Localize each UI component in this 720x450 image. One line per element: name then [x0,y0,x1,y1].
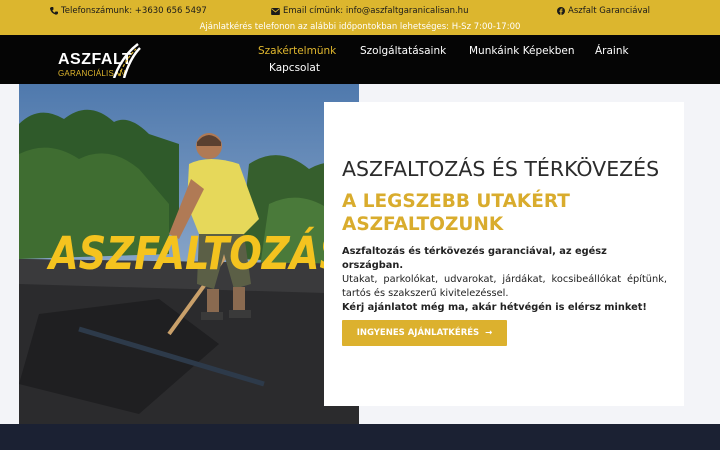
nav-item-szakertelmunk[interactable]: Szakértelmünk [258,45,336,57]
facebook-text: Aszfalt Garanciával [568,6,651,16]
top-info-bar: Telefonszámunk: +3630 656 5497 Email cím… [0,0,720,35]
hero-body-text: Utakat, parkolókat, udvarokat, járdákat,… [342,274,667,299]
free-quote-label: INGYENES AJÁNLATKÉRÉS [356,328,480,338]
facebook-link[interactable]: Aszfalt Garanciával [557,6,650,16]
facebook-icon [557,7,565,15]
email-info[interactable]: Email címünk: info@aszfaltgaranicalisan.… [271,6,468,16]
nav-item-szolgaltatasaink[interactable]: Szolgáltatásaink [360,45,446,57]
hero-body-bold: Aszfaltozás és térkövezés garanciával, a… [342,246,607,271]
section-divider [0,424,720,450]
hero-body: Aszfaltozás és térkövezés garanciával, a… [342,245,667,315]
hero-image-word: ASZFALTOZÁS [46,227,347,280]
phone-text: Telefonszámunk: +3630 656 5497 [61,6,207,16]
hero-title: ASZFALTOZÁS ÉS TÉRKÖVEZÉS [342,157,660,181]
hours-info: Ajánlatkérés telefonon az alábbi időpont… [199,22,521,32]
asphalt-worker-illustration: ASZFALTOZÁS [19,84,359,426]
phone-icon [50,7,58,15]
nav-item-araink[interactable]: Áraink [595,45,629,57]
free-quote-button[interactable]: INGYENES AJÁNLATKÉRÉS → [342,320,507,346]
phone-info[interactable]: Telefonszámunk: +3630 656 5497 [50,6,207,16]
main-navigation: ASZFALT GARANCIÁLISAN Szakértelmünk Szol… [0,35,720,84]
nav-item-kapcsolat[interactable]: Kapcsolat [269,62,320,74]
site-logo[interactable]: ASZFALT GARANCIÁLISAN [56,40,146,80]
email-text: Email címünk: info@aszfaltgaranicalisan.… [283,6,469,16]
hero-body-cta: Kérj ajánlatot még ma, akár hétvégén is … [342,302,647,313]
nav-item-munkaink-kepekben[interactable]: Munkáink Képekben [469,45,575,57]
envelope-icon [271,7,280,15]
hero-image: ASZFALTOZÁS [19,84,359,426]
arrow-right-icon: → [485,328,493,338]
hero-subtitle: A LEGSZEBB UTAKÉRT ASZFALTOZUNK [342,191,570,235]
hero-text-card: ASZFALTOZÁS ÉS TÉRKÖVEZÉS A LEGSZEBB UTA… [324,102,684,406]
road-logo-icon [112,43,141,78]
